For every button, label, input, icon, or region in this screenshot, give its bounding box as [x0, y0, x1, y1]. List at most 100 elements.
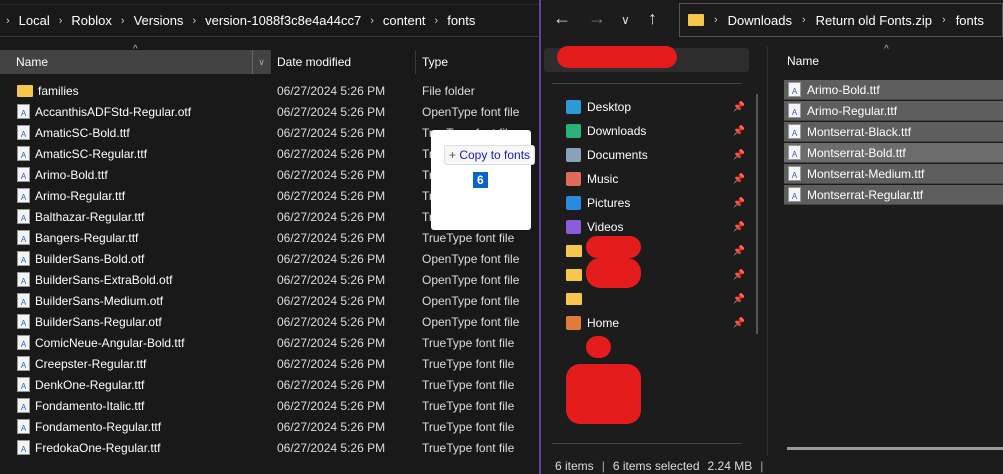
sidebar-item-videos[interactable]: Videos 📌 [566, 216, 751, 238]
file-name: Balthazar-Regular.ttf [35, 209, 145, 224]
breadcrumb[interactable]: › Local › Roblox › Versions › version-1088f3c8e… [0, 4, 539, 37]
sidebar-item-pictures[interactable]: Pictures 📌 [566, 192, 751, 214]
recent-chevron-icon[interactable]: ∨ [621, 13, 630, 27]
sidebar-label: Desktop [587, 100, 632, 114]
file-row[interactable]: A AccanthisADFStd-Regular.otf 06/27/2024 5… [0, 101, 539, 122]
horizontal-scrollbar[interactable] [787, 447, 1003, 450]
scrollbar[interactable] [756, 94, 758, 334]
selected-count: 6 items selected [612, 459, 700, 473]
file-name: Fondamento-Italic.ttf [35, 398, 145, 413]
selected-file-row[interactable]: A Montserrat-Black.ttf [784, 122, 1003, 142]
font-file-icon: A [17, 377, 30, 392]
right-explorer-window: ← → ∨ ↑ › Downloads › Return old Fonts.zip ›… [541, 0, 1003, 474]
breadcrumb-item[interactable]: Return old Fonts.zip [816, 13, 932, 28]
breadcrumb-item[interactable]: fonts [447, 13, 475, 28]
file-name: Bangers-Regular.ttf [35, 230, 139, 245]
back-icon[interactable]: ← [553, 8, 571, 29]
redaction-mark [586, 258, 641, 288]
file-row[interactable]: A ComicNeue-Angular-Bold.ttf 06/27/2024 5:… [0, 332, 539, 353]
selected-file-row[interactable]: A Montserrat-Medium.ttf [784, 164, 1003, 184]
file-row[interactable]: A Fondamento-Regular.ttf 06/27/2024 5:26 P… [0, 416, 539, 437]
file-date: 06/27/2024 5:26 PM [277, 356, 386, 371]
font-file-icon: A [17, 104, 30, 119]
font-file-icon: A [17, 440, 30, 455]
separator [552, 83, 742, 84]
sidebar-item-documents[interactable]: Documents 📌 [566, 144, 751, 166]
plus-icon: + [449, 148, 460, 162]
column-headers: ^ Name ∨ Date modified Type [0, 44, 535, 74]
font-file-icon: A [17, 356, 30, 371]
breadcrumb-item[interactable]: Roblox [71, 13, 111, 28]
column-header-type[interactable]: Type [415, 50, 535, 74]
breadcrumb-item[interactable]: version-1088f3c8e4a44cc7 [205, 13, 361, 28]
redaction-mark [586, 236, 641, 258]
breadcrumb-item[interactable]: content [383, 13, 426, 28]
file-name: AmaticSC-Bold.ttf [35, 125, 130, 140]
breadcrumb-item[interactable]: Downloads [728, 13, 792, 28]
pane-divider [767, 46, 768, 456]
file-date: 06/27/2024 5:26 PM [277, 272, 386, 287]
address-bar[interactable]: › Downloads › Return old Fonts.zip › fonts [679, 3, 1003, 37]
column-header-date[interactable]: Date modified [270, 50, 415, 74]
folder-icon [566, 245, 582, 257]
file-row[interactable]: A Fondamento-Italic.ttf 06/27/2024 5:26 PM… [0, 395, 539, 416]
column-header-name[interactable]: ^ Name ∨ [0, 44, 270, 74]
breadcrumb-item[interactable]: fonts [956, 13, 984, 28]
pin-icon: 📌 [732, 197, 745, 209]
file-name: BuilderSans-Bold.otf [35, 251, 145, 266]
file-row[interactable]: A DenkOne-Regular.ttf 06/27/2024 5:26 PM Tr… [0, 374, 539, 395]
file-row[interactable]: A BuilderSans-Regular.otf 06/27/2024 5:26 … [0, 311, 539, 332]
font-file-icon: A [17, 293, 30, 308]
file-row[interactable]: A Creepster-Regular.ttf 06/27/2024 5:26 PM… [0, 353, 539, 374]
forward-icon[interactable]: → [588, 8, 606, 29]
file-row[interactable]: A BuilderSans-ExtraBold.otf 06/27/2024 5:2… [0, 269, 539, 290]
pin-icon: 📌 [732, 173, 745, 185]
file-row[interactable]: A BuilderSans-Bold.otf 06/27/2024 5:26 PM O… [0, 248, 539, 269]
file-row[interactable]: A BuilderSans-Medium.otf 06/27/2024 5:26 P… [0, 290, 539, 311]
file-date: 06/27/2024 5:26 PM [277, 209, 386, 224]
font-file-icon: A [17, 188, 30, 203]
sidebar-item-desktop[interactable]: Desktop 📌 [566, 96, 751, 118]
pin-icon: 📌 [732, 101, 745, 113]
file-date: 06/27/2024 5:26 PM [277, 335, 386, 350]
drag-preview: + Copy to fonts 6 [431, 130, 536, 230]
chevron-down-icon[interactable]: ∨ [252, 50, 270, 74]
sidebar-item-redacted-folder[interactable]: 📌 [566, 288, 751, 310]
chevron-right-icon: › [58, 14, 63, 27]
selected-file-row[interactable]: A Arimo-Bold.ttf [784, 80, 1003, 100]
breadcrumb-item[interactable]: Versions [134, 13, 184, 28]
file-date: 06/27/2024 5:26 PM [277, 146, 386, 161]
file-row[interactable]: A Bangers-Regular.ttf 06/27/2024 5:26 PM Tr… [0, 227, 539, 248]
folder-icon [566, 269, 582, 281]
file-name: AmaticSC-Regular.ttf [35, 146, 148, 161]
column-header-name[interactable]: Name [787, 54, 819, 68]
separator [552, 443, 742, 444]
file-row[interactable]: families 06/27/2024 5:26 PM File folder [0, 80, 539, 101]
font-file-icon: A [17, 146, 30, 161]
up-icon[interactable]: ↑ [648, 8, 657, 29]
file-name: Arimo-Bold.ttf [807, 82, 880, 97]
file-name: ComicNeue-Angular-Bold.ttf [35, 335, 185, 350]
selected-file-row[interactable]: A Montserrat-Bold.ttf [784, 143, 1003, 163]
sidebar-item-home[interactable]: Home 📌 [566, 312, 751, 334]
selected-file-row[interactable]: A Montserrat-Regular.ttf [784, 185, 1003, 205]
file-type: TrueType font file [422, 440, 515, 455]
redaction-mark [586, 336, 611, 358]
music-icon [566, 172, 581, 186]
file-name: Montserrat-Regular.ttf [807, 187, 924, 202]
sidebar-item-downloads[interactable]: Downloads 📌 [566, 120, 751, 142]
file-name: Montserrat-Medium.ttf [807, 166, 925, 181]
chevron-right-icon: › [192, 14, 197, 27]
sidebar-item-music[interactable]: Music 📌 [566, 168, 751, 190]
desktop-icon [566, 100, 581, 114]
selected-file-row[interactable]: A Arimo-Regular.ttf [784, 101, 1003, 121]
file-row[interactable]: A FredokaOne-Regular.ttf 06/27/2024 5:26 P… [0, 437, 539, 458]
file-name: Arimo-Bold.ttf [35, 167, 108, 182]
font-file-icon: A [788, 103, 801, 118]
file-name: Arimo-Regular.ttf [35, 188, 126, 203]
videos-icon [566, 220, 581, 234]
font-file-icon: A [17, 167, 30, 182]
breadcrumb-item[interactable]: Local [19, 13, 50, 28]
font-file-icon: A [788, 124, 801, 139]
pin-icon: 📌 [732, 149, 745, 161]
